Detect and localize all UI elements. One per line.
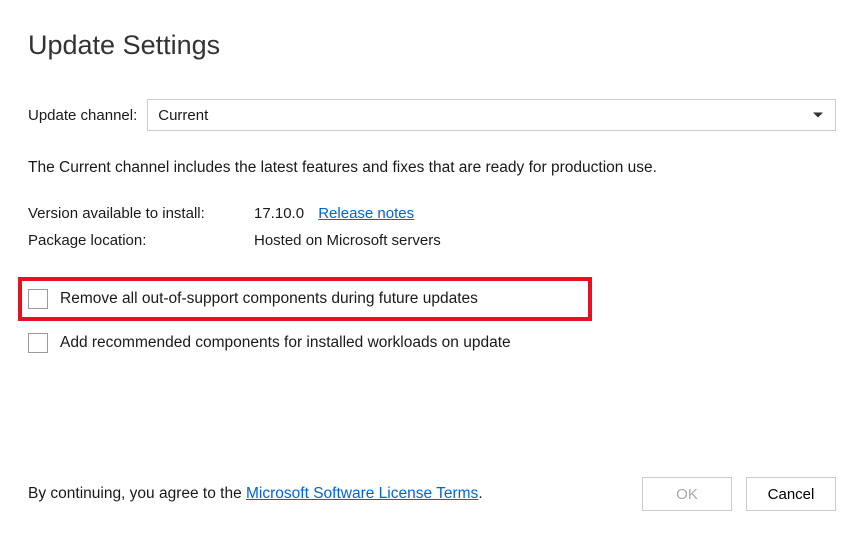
- agree-suffix: .: [478, 485, 482, 502]
- version-number: 17.10.0: [254, 205, 304, 222]
- agree-prefix: By continuing, you agree to the: [28, 485, 246, 502]
- update-channel-value: Current: [158, 107, 208, 124]
- info-table: Version available to install: 17.10.0 Re…: [28, 205, 836, 249]
- update-channel-row: Update channel: Current: [28, 99, 836, 131]
- license-terms-link[interactable]: Microsoft Software License Terms: [246, 485, 478, 502]
- update-channel-select[interactable]: Current: [147, 99, 836, 131]
- add-recommended-row: Add recommended components for installed…: [28, 333, 836, 353]
- package-value: Hosted on Microsoft servers: [254, 232, 441, 249]
- cancel-button[interactable]: Cancel: [746, 477, 836, 511]
- add-recommended-checkbox[interactable]: [28, 333, 48, 353]
- dialog-footer: By continuing, you agree to the Microsof…: [28, 477, 836, 511]
- dialog-buttons: OK Cancel: [642, 477, 836, 511]
- ok-button[interactable]: OK: [642, 477, 732, 511]
- package-label: Package location:: [28, 232, 254, 249]
- update-channel-label: Update channel:: [28, 107, 137, 124]
- version-value: 17.10.0 Release notes: [254, 205, 414, 222]
- remove-out-of-support-label: Remove all out-of-support components dur…: [60, 290, 478, 308]
- package-row: Package location: Hosted on Microsoft se…: [28, 232, 836, 249]
- release-notes-link[interactable]: Release notes: [318, 205, 414, 222]
- page-title: Update Settings: [28, 30, 836, 61]
- version-row: Version available to install: 17.10.0 Re…: [28, 205, 836, 222]
- license-agreement-text: By continuing, you agree to the Microsof…: [28, 485, 642, 503]
- add-recommended-label: Add recommended components for installed…: [60, 334, 511, 352]
- channel-description: The Current channel includes the latest …: [28, 159, 836, 177]
- version-label: Version available to install:: [28, 205, 254, 222]
- chevron-down-icon: [813, 113, 823, 118]
- remove-out-of-support-checkbox[interactable]: [28, 289, 48, 309]
- remove-out-of-support-row: Remove all out-of-support components dur…: [18, 277, 592, 321]
